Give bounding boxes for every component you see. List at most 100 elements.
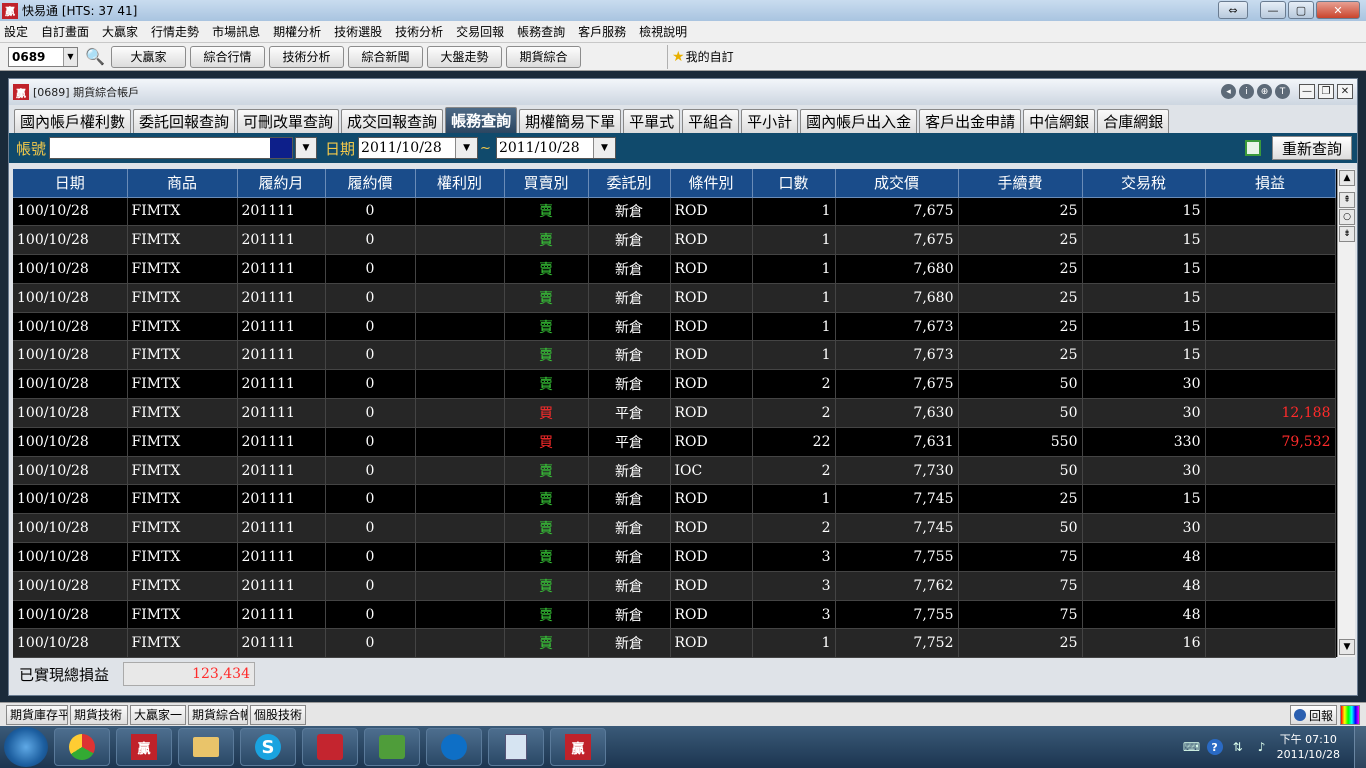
taskbar-kyt-active-icon[interactable]: 贏 xyxy=(550,728,606,766)
bottom-tab-stock-tech[interactable]: 個股技術 xyxy=(250,704,306,725)
toolbar-market-trend-button[interactable]: 大盤走勢 xyxy=(427,45,502,68)
toolbar-big-winner-button[interactable]: 大贏家 xyxy=(111,45,186,68)
date-from-picker[interactable]: 2011/10/28 ▼ xyxy=(358,137,479,159)
menu-item-customer-service[interactable]: 客戶服務 xyxy=(578,23,626,40)
taskbar-calculator-icon[interactable] xyxy=(488,728,544,766)
account-select[interactable] xyxy=(49,137,294,159)
color-palette-icon[interactable] xyxy=(1340,705,1360,725)
column-header[interactable]: 履約月 xyxy=(237,169,326,198)
clock[interactable]: 下午 07:10 2011/10/28 xyxy=(1277,732,1340,762)
table-row[interactable]: 100/10/28 FIMTX 201111 0 賣新倉 ROD 3 7,755 75 48 xyxy=(13,542,1336,572)
column-header[interactable]: 交易稅 xyxy=(1082,169,1206,198)
menu-item-tech-screening[interactable]: 技術選股 xyxy=(334,23,382,40)
column-header[interactable]: 口數 xyxy=(752,169,836,198)
table-row[interactable]: 100/10/28 FIMTX 201111 0 賣新倉 ROD 1 7,752 25 16 xyxy=(13,628,1336,659)
table-row[interactable]: 100/10/28 FIMTX 201111 0 賣新倉 ROD 3 7,755 75 48 xyxy=(13,600,1336,630)
tab-flat-combo[interactable]: 平組合 xyxy=(682,109,740,133)
inner-restore-button[interactable]: ❐ xyxy=(1318,84,1334,99)
column-header[interactable]: 成交價 xyxy=(835,169,959,198)
table-row[interactable]: 100/10/28 FIMTX 201111 0 賣新倉 ROD 1 7,675 25 15 xyxy=(13,225,1336,256)
table-row[interactable]: 100/10/28 FIMTX 201111 0 買平倉 ROD 22 7,631 550 330… xyxy=(13,427,1336,457)
taskbar-chrome-icon[interactable] xyxy=(54,728,110,766)
bottom-tab-futures-inventory[interactable]: 期貨庫存平 xyxy=(6,704,68,725)
table-row[interactable]: 100/10/28 FIMTX 201111 0 賣新倉 ROD 1 7,745 25 15 xyxy=(13,484,1336,515)
info-icon[interactable]: i xyxy=(1239,84,1254,99)
column-header[interactable]: 委託別 xyxy=(588,169,671,198)
requery-button[interactable]: 重新查詢 xyxy=(1272,136,1352,160)
column-header[interactable]: 商品 xyxy=(127,169,238,198)
table-row[interactable]: 100/10/28 FIMTX 201111 0 賣新倉 ROD 1 7,673 25 15 xyxy=(13,340,1336,371)
chevron-down-icon[interactable]: ▼ xyxy=(295,137,318,159)
swap-window-button[interactable]: ⇔ xyxy=(1218,1,1248,19)
column-header[interactable]: 日期 xyxy=(13,169,128,198)
menu-item-tech-analysis[interactable]: 技術分析 xyxy=(395,23,443,40)
tab-account-query[interactable]: 帳務查詢 xyxy=(445,107,518,133)
chevron-down-icon[interactable]: ▼ xyxy=(455,138,478,158)
tab-tcb-bank[interactable]: 合庫網銀 xyxy=(1097,109,1170,133)
help-icon[interactable]: ? xyxy=(1206,739,1223,755)
date-to-picker[interactable]: 2011/10/28 ▼ xyxy=(495,137,616,159)
network-icon[interactable]: ⇅ xyxy=(1229,739,1247,755)
taskbar-teamviewer-icon[interactable] xyxy=(426,728,482,766)
taskbar-explorer-icon[interactable] xyxy=(178,728,234,766)
menu-item-account-query[interactable]: 帳務查詢 xyxy=(517,23,565,40)
vertical-scrollbar[interactable]: ▲ ⇞ ○ ⇟ ▼ xyxy=(1337,169,1355,657)
table-row[interactable]: 100/10/28 FIMTX 201111 0 賣新倉 ROD 1 7,673 25 15 xyxy=(13,312,1336,342)
bottom-tab-big-winner[interactable]: 大贏家一 xyxy=(130,704,186,725)
tab-flat-single[interactable]: 平單式 xyxy=(623,109,681,133)
menu-item-market-news[interactable]: 市場訊息 xyxy=(212,23,260,40)
bottom-tab-futures-tech[interactable]: 期貨技術 xyxy=(70,704,128,725)
column-header[interactable]: 條件別 xyxy=(670,169,753,198)
column-header[interactable]: 損益 xyxy=(1205,169,1336,198)
menu-item-quotes[interactable]: 行情走勢 xyxy=(151,23,199,40)
tab-modifiable-orders[interactable]: 可刪改單查詢 xyxy=(237,109,340,133)
scroll-up-icon[interactable]: ▲ xyxy=(1339,170,1355,186)
search-icon[interactable]: 🔍 xyxy=(83,46,107,68)
bottom-tab-futures-account[interactable]: 期貨綜合帳 xyxy=(188,704,248,725)
taskbar-app-icon[interactable] xyxy=(302,728,358,766)
back-icon[interactable]: ◂ xyxy=(1221,84,1236,99)
tab-ctbc-bank[interactable]: 中信網銀 xyxy=(1023,109,1096,133)
close-button[interactable]: ✕ xyxy=(1316,1,1360,19)
stock-code-combobox[interactable]: 0689 ▼ xyxy=(8,46,78,67)
tab-domestic-equity[interactable]: 國內帳戶權利數 xyxy=(14,109,132,133)
column-header[interactable]: 權利別 xyxy=(415,169,505,198)
menu-item-big-winner[interactable]: 大贏家 xyxy=(102,23,138,40)
toolbar-futures-button[interactable]: 期貨綜合 xyxy=(506,45,581,68)
table-row[interactable]: 100/10/28 FIMTX 201111 0 賣新倉 ROD 2 7,745 50 30 xyxy=(13,513,1336,544)
table-row[interactable]: 100/10/28 FIMTX 201111 0 賣新倉 ROD 2 7,675 50 30 xyxy=(13,369,1336,400)
show-desktop-button[interactable] xyxy=(1354,726,1366,768)
table-row[interactable]: 100/10/28 FIMTX 201111 0 賣新倉 ROD 1 7,680 25 15 xyxy=(13,283,1336,313)
chevron-down-icon[interactable]: ▼ xyxy=(592,138,615,158)
volume-icon[interactable]: ♪ xyxy=(1253,739,1271,755)
table-row[interactable]: 100/10/28 FIMTX 201111 0 賣新倉 ROD 1 7,675 25 15 xyxy=(13,197,1336,227)
inner-minimize-button[interactable]: — xyxy=(1299,84,1315,99)
tab-order-report[interactable]: 委託回報查詢 xyxy=(133,109,236,133)
table-row[interactable]: 100/10/28 FIMTX 201111 0 買平倉 ROD 2 7,630 50 30 12,… xyxy=(13,398,1336,428)
text-icon[interactable]: T xyxy=(1275,84,1290,99)
toolbar-quotes-button[interactable]: 綜合行情 xyxy=(190,45,265,68)
taskbar-skype-icon[interactable]: S xyxy=(240,728,296,766)
toolbar-tech-analysis-button[interactable]: 技術分析 xyxy=(269,45,344,68)
tab-fill-report[interactable]: 成交回報查詢 xyxy=(341,109,444,133)
report-back-button[interactable]: 回報 xyxy=(1289,705,1337,725)
menu-item-help[interactable]: 檢視說明 xyxy=(639,23,687,40)
menu-item-trade-report[interactable]: 交易回報 xyxy=(456,23,504,40)
table-row[interactable]: 100/10/28 FIMTX 201111 0 賣新倉 ROD 1 7,680 25 15 xyxy=(13,254,1336,284)
menu-item-options-analysis[interactable]: 期權分析 xyxy=(273,23,321,40)
scroll-down-icon[interactable]: ▼ xyxy=(1339,639,1355,655)
tab-withdraw-request[interactable]: 客戶出金申請 xyxy=(919,109,1022,133)
tab-domestic-deposit[interactable]: 國內帳戶出入金 xyxy=(800,109,918,133)
inner-close-button[interactable]: ✕ xyxy=(1337,84,1353,99)
chevron-down-icon[interactable]: ▼ xyxy=(63,47,77,66)
table-row[interactable]: 100/10/28 FIMTX 201111 0 賣新倉 IOC 2 7,730 50 30 xyxy=(13,456,1336,486)
keyboard-icon[interactable]: ⌨ xyxy=(1183,739,1201,755)
start-button[interactable] xyxy=(4,727,48,767)
maximize-button[interactable]: ▢ xyxy=(1288,1,1314,19)
table-row[interactable]: 100/10/28 FIMTX 201111 0 賣新倉 ROD 3 7,762 75 48 xyxy=(13,571,1336,601)
column-header[interactable]: 履約價 xyxy=(325,169,416,198)
taskbar-kyt-icon[interactable]: 贏 xyxy=(116,728,172,766)
column-header[interactable]: 買賣別 xyxy=(504,169,589,198)
menu-item-settings[interactable]: 設定 xyxy=(4,23,28,40)
toolbar-news-button[interactable]: 綜合新聞 xyxy=(348,45,423,68)
